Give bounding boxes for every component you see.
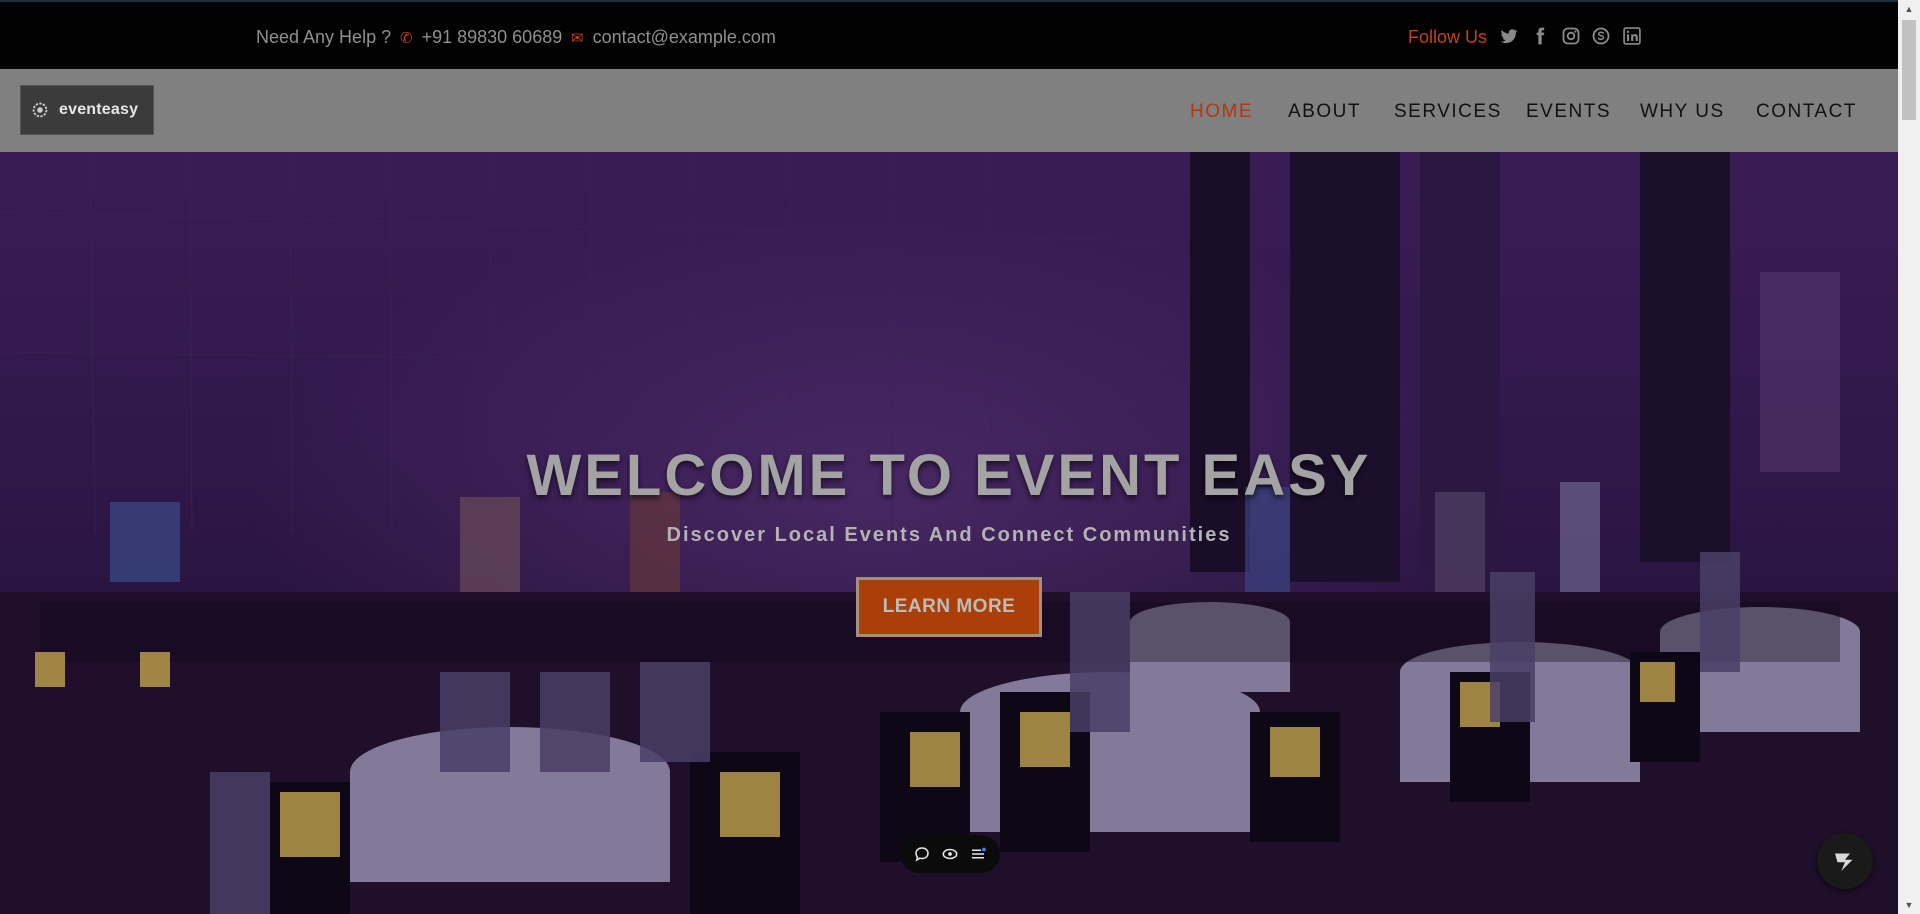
nav-contact[interactable]: CONTACT <box>1756 101 1857 123</box>
nav-home[interactable]: HOME <box>1190 101 1253 123</box>
phone-icon: ✆ <box>400 30 413 47</box>
chat-widget-button[interactable] <box>1817 833 1873 889</box>
site-logo[interactable]: eventeasy <box>20 85 154 135</box>
email-contact[interactable]: ✉ contact@example.com <box>571 26 776 50</box>
nav-about[interactable]: ABOUT <box>1288 101 1361 123</box>
page-scrollbar[interactable]: ▲ ▼ <box>1898 0 1920 914</box>
main-navbar: eventeasy HOME ABOUT SERVICES EVENTS WHY… <box>0 69 1898 152</box>
chat-widget-icon <box>1835 853 1853 871</box>
nav-services[interactable]: SERVICES <box>1394 101 1502 123</box>
scroll-thumb[interactable] <box>1902 20 1916 120</box>
instagram-icon[interactable] <box>1560 25 1582 47</box>
hero-banner: WELCOME TO EVENT EASY Discover Local Eve… <box>0 152 1898 914</box>
nav-why-us[interactable]: WHY US <box>1640 101 1725 123</box>
envelope-icon: ✉ <box>571 30 584 47</box>
learn-more-button[interactable]: LEARN MORE <box>856 577 1042 637</box>
scroll-up-arrow-icon[interactable]: ▲ <box>1898 0 1920 18</box>
twitter-icon[interactable] <box>1498 25 1520 47</box>
hero-subtitle: Discover Local Events And Connect Commun… <box>666 524 1232 546</box>
follow-us-label: Follow Us <box>1408 27 1488 47</box>
help-text: Need Any Help ? <box>256 27 392 47</box>
linkedin-icon[interactable] <box>1621 25 1643 47</box>
logo-text: eventeasy <box>59 101 139 118</box>
email-address: contact@example.com <box>592 27 776 47</box>
skype-icon[interactable] <box>1590 25 1612 47</box>
eye-icon[interactable] <box>941 845 959 863</box>
floating-toolbar <box>900 835 1000 873</box>
phone-contact[interactable]: ✆ +91 89830 60689 <box>400 26 562 50</box>
chat-bubble-icon[interactable] <box>913 845 931 863</box>
menu-list-icon[interactable] <box>969 845 987 863</box>
phone-number: +91 89830 60689 <box>421 27 563 47</box>
facebook-icon[interactable] <box>1529 25 1551 47</box>
logo-gear-icon <box>32 102 48 118</box>
hero-title: WELCOME TO EVENT EASY <box>526 443 1372 508</box>
top-info-bar: Need Any Help ? ✆ +91 89830 60689 ✉ contac… <box>0 0 1898 69</box>
nav-events[interactable]: EVENTS <box>1526 101 1611 123</box>
scroll-down-arrow-icon[interactable]: ▼ <box>1898 896 1920 914</box>
